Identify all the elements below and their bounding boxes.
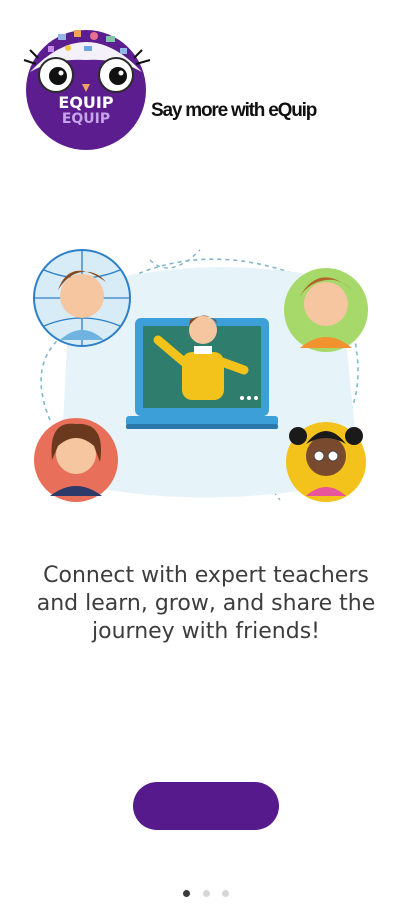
equip-logo: EQUIP EQUIP [18, 20, 158, 150]
page-indicator [0, 884, 412, 897]
onboarding-illustration [30, 240, 380, 510]
page-dot[interactable] [202, 890, 210, 897]
page-dot[interactable] [221, 890, 229, 897]
video-class-illustration-icon [33, 249, 368, 502]
app-header: EQUIP EQUIP Say more with eQuip [0, 0, 412, 160]
message-line: journey with friends! [92, 619, 320, 644]
message-line: Connect with expert teachers [43, 563, 369, 588]
message-line: and learn, grow, and share the [36, 591, 376, 616]
onboarding-message: Connect with expert teachers and learn, … [20, 562, 392, 646]
tagline: Say more with eQuip [151, 100, 317, 121]
continue-button[interactable] [133, 782, 279, 830]
owl-logo-icon: EQUIP EQUIP [23, 30, 151, 150]
page-dot-active[interactable] [183, 890, 191, 897]
logo-word-bottom: EQUIP [62, 111, 110, 127]
logo-word-top: EQUIP [58, 93, 113, 112]
